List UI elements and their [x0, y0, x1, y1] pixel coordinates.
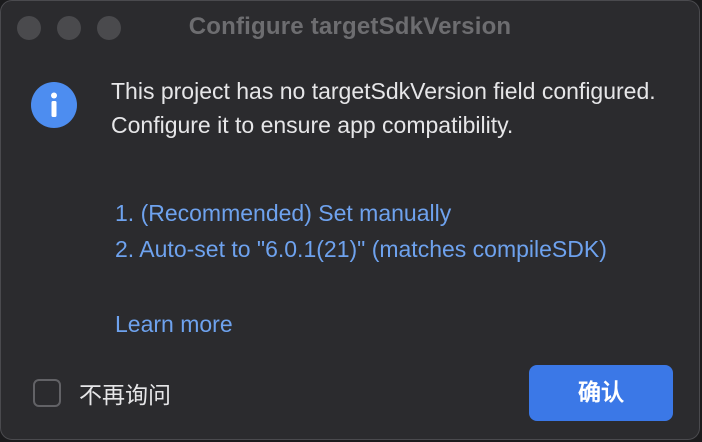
title-bar[interactable]: Configure targetSdkVersion — [1, 1, 699, 53]
confirm-button[interactable]: 确认 — [529, 365, 673, 421]
info-icon — [31, 82, 77, 128]
option-set-manually: 1. (Recommended) Set manually — [115, 200, 452, 226]
dont-ask-again-checkbox[interactable] — [33, 379, 61, 407]
dont-ask-again-row[interactable]: 不再询问 — [33, 376, 171, 410]
option-auto-set: 2. Auto-set to "6.0.1(21)" (matches comp… — [115, 236, 607, 262]
dialog-message: This project has no targetSdkVersion fie… — [111, 78, 656, 138]
dont-ask-again-label[interactable]: 不再询问 — [79, 376, 171, 410]
learn-more-link[interactable]: Learn more — [115, 309, 233, 339]
window-title: Configure targetSdkVersion — [188, 13, 512, 40]
dialog-window: Configure targetSdkVersion This project … — [0, 0, 700, 440]
